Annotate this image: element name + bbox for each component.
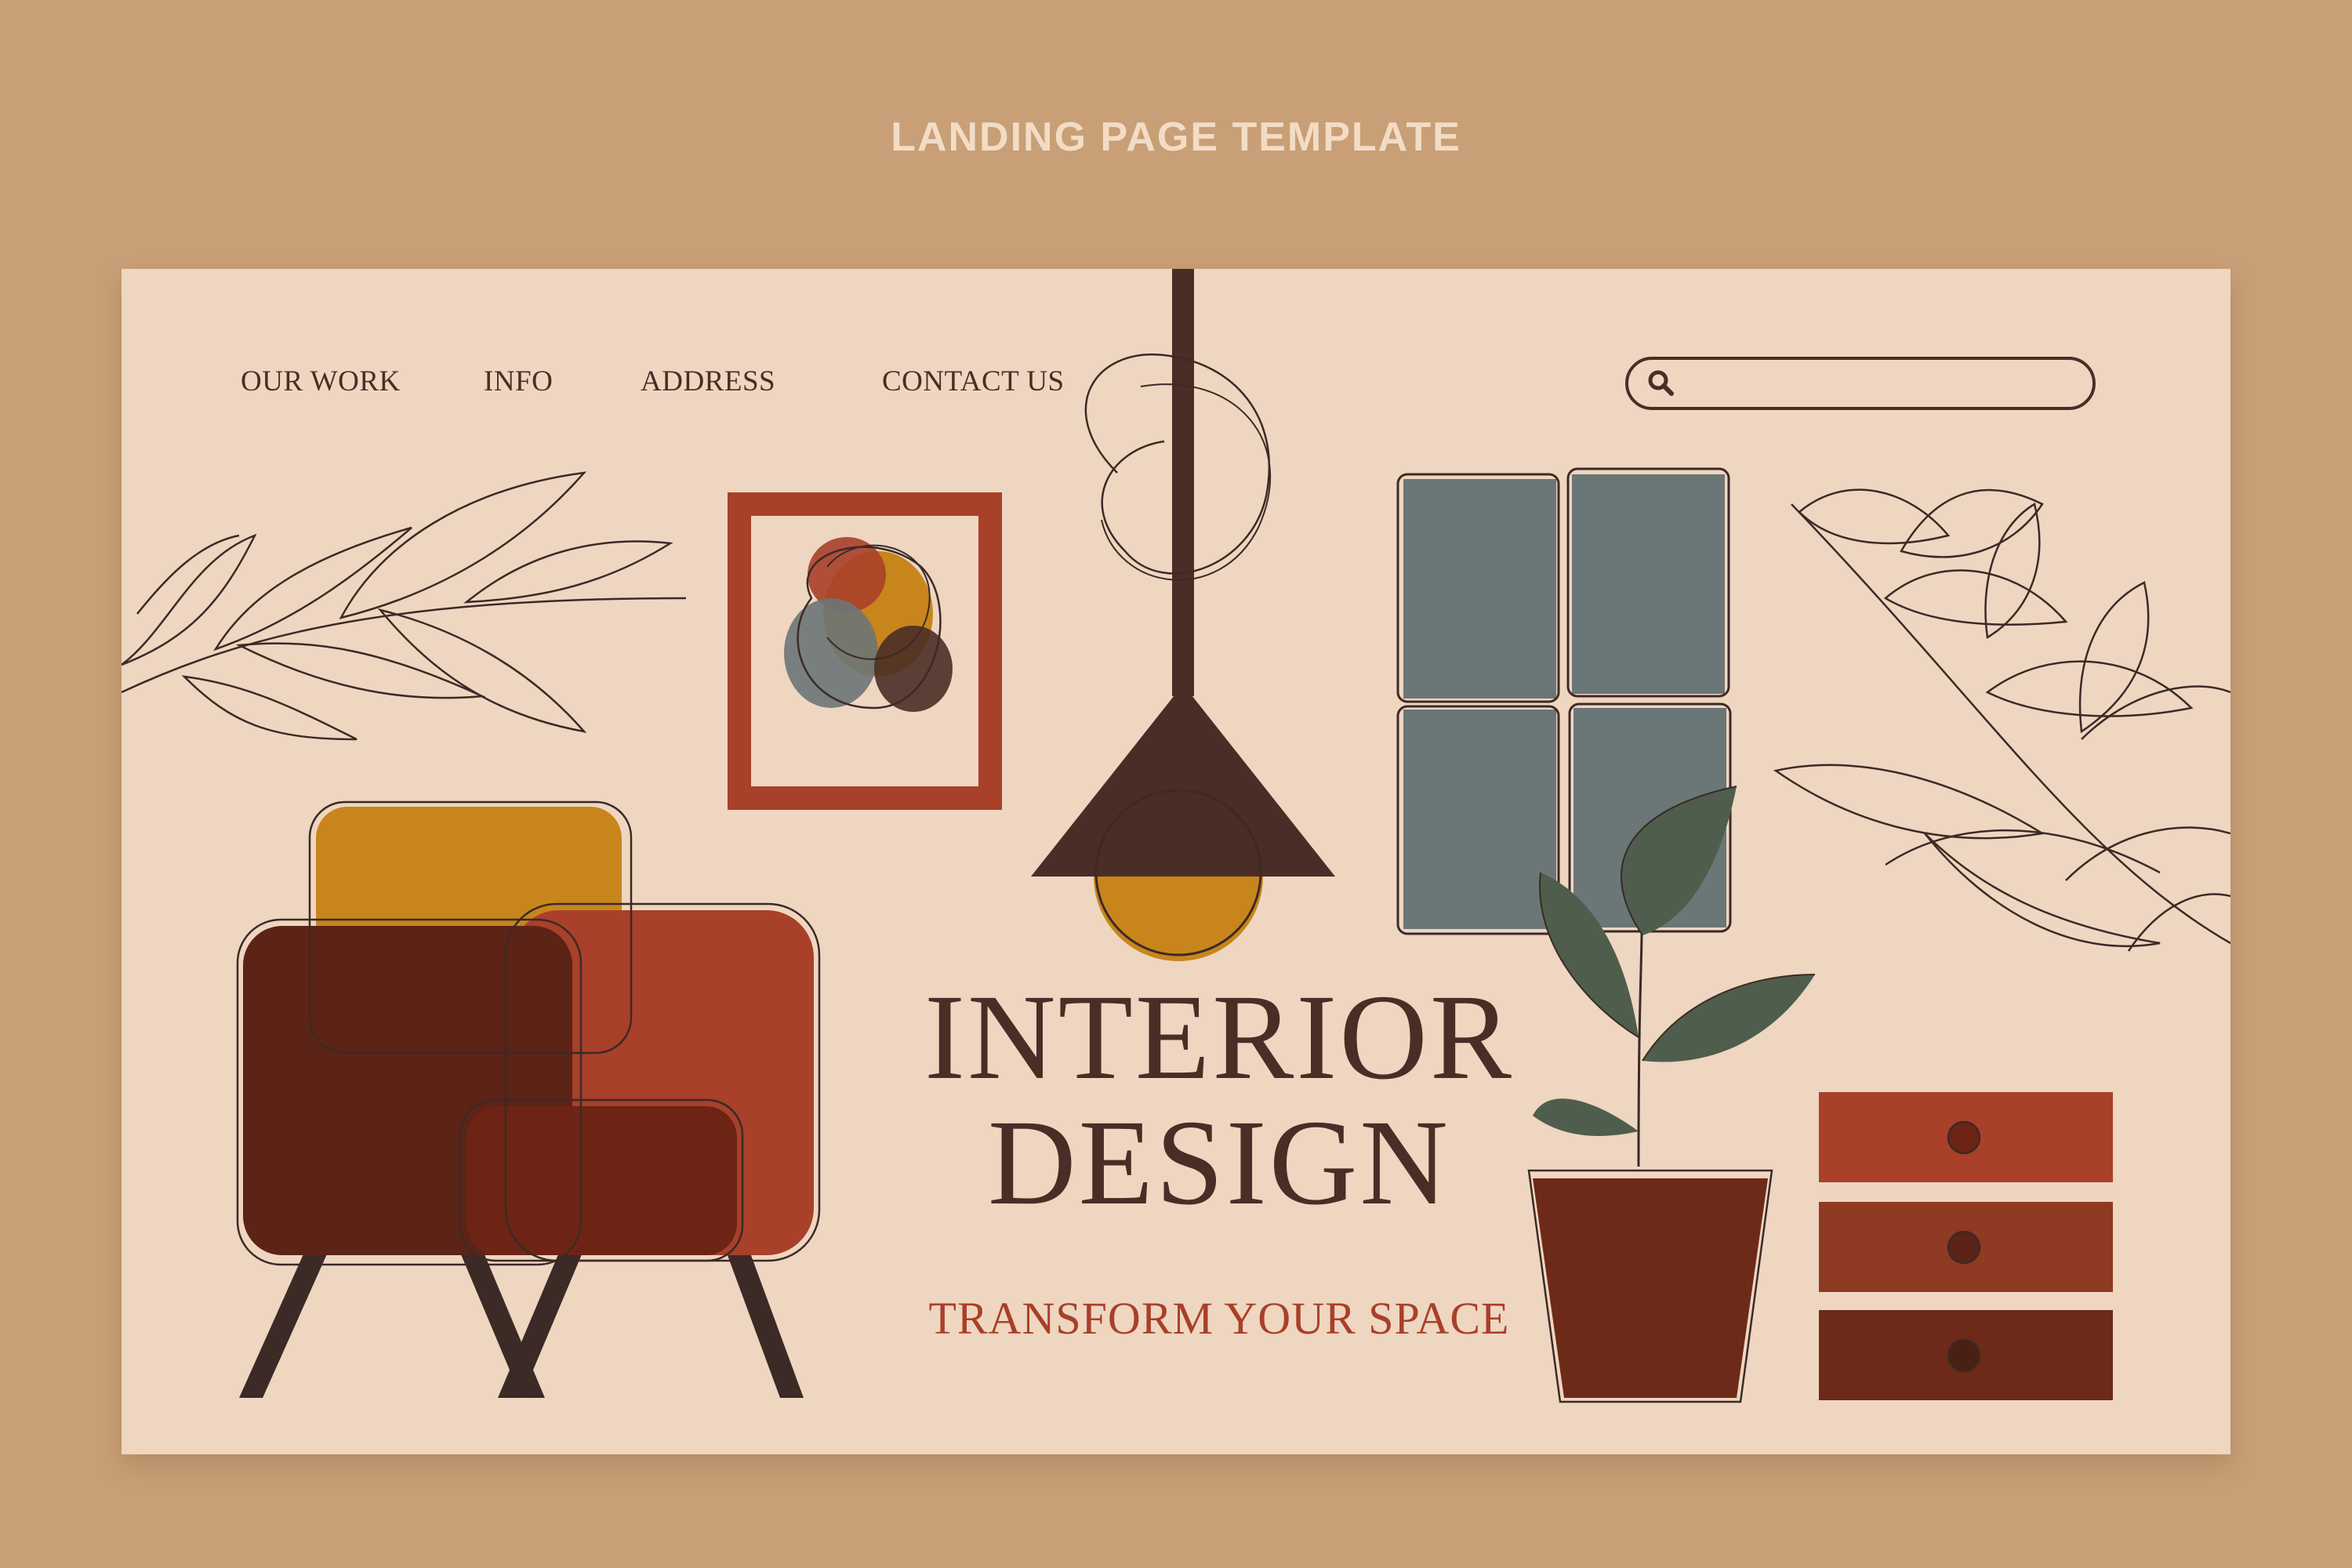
armchair-illustration [236, 800, 821, 1398]
dresser-illustration [1819, 1092, 2113, 1400]
decor-illustrations [122, 269, 2230, 1403]
search-input[interactable] [1685, 361, 2092, 406]
framed-art-illustration [728, 492, 1002, 810]
branch-left-illustration [122, 471, 687, 741]
hero-tagline: TRANSFORM YOUR SPACE [928, 1293, 1510, 1344]
branch-right-illustration [1773, 488, 2230, 952]
pendant-lamp-illustration [1031, 269, 1335, 961]
hero-title-line1: INTERIOR [924, 969, 1514, 1105]
page-header-title: LANDING PAGE TEMPLATE [891, 114, 1461, 160]
hero-title-line2: DESIGN [988, 1094, 1450, 1230]
nav-item-info[interactable]: INFO [484, 365, 553, 398]
landing-page-card: OUR WORK INFO ADDRESS CONTACT US INTERIO… [122, 269, 2230, 1454]
nav-item-address[interactable]: ADDRESS [641, 365, 775, 398]
search-icon[interactable] [1646, 368, 1677, 399]
nav-item-contact-us[interactable]: CONTACT US [882, 365, 1065, 398]
search-bar[interactable] [1625, 357, 2096, 410]
nav-item-our-work[interactable]: OUR WORK [241, 365, 401, 398]
hero-title: INTERIOR DESIGN [866, 975, 1572, 1225]
